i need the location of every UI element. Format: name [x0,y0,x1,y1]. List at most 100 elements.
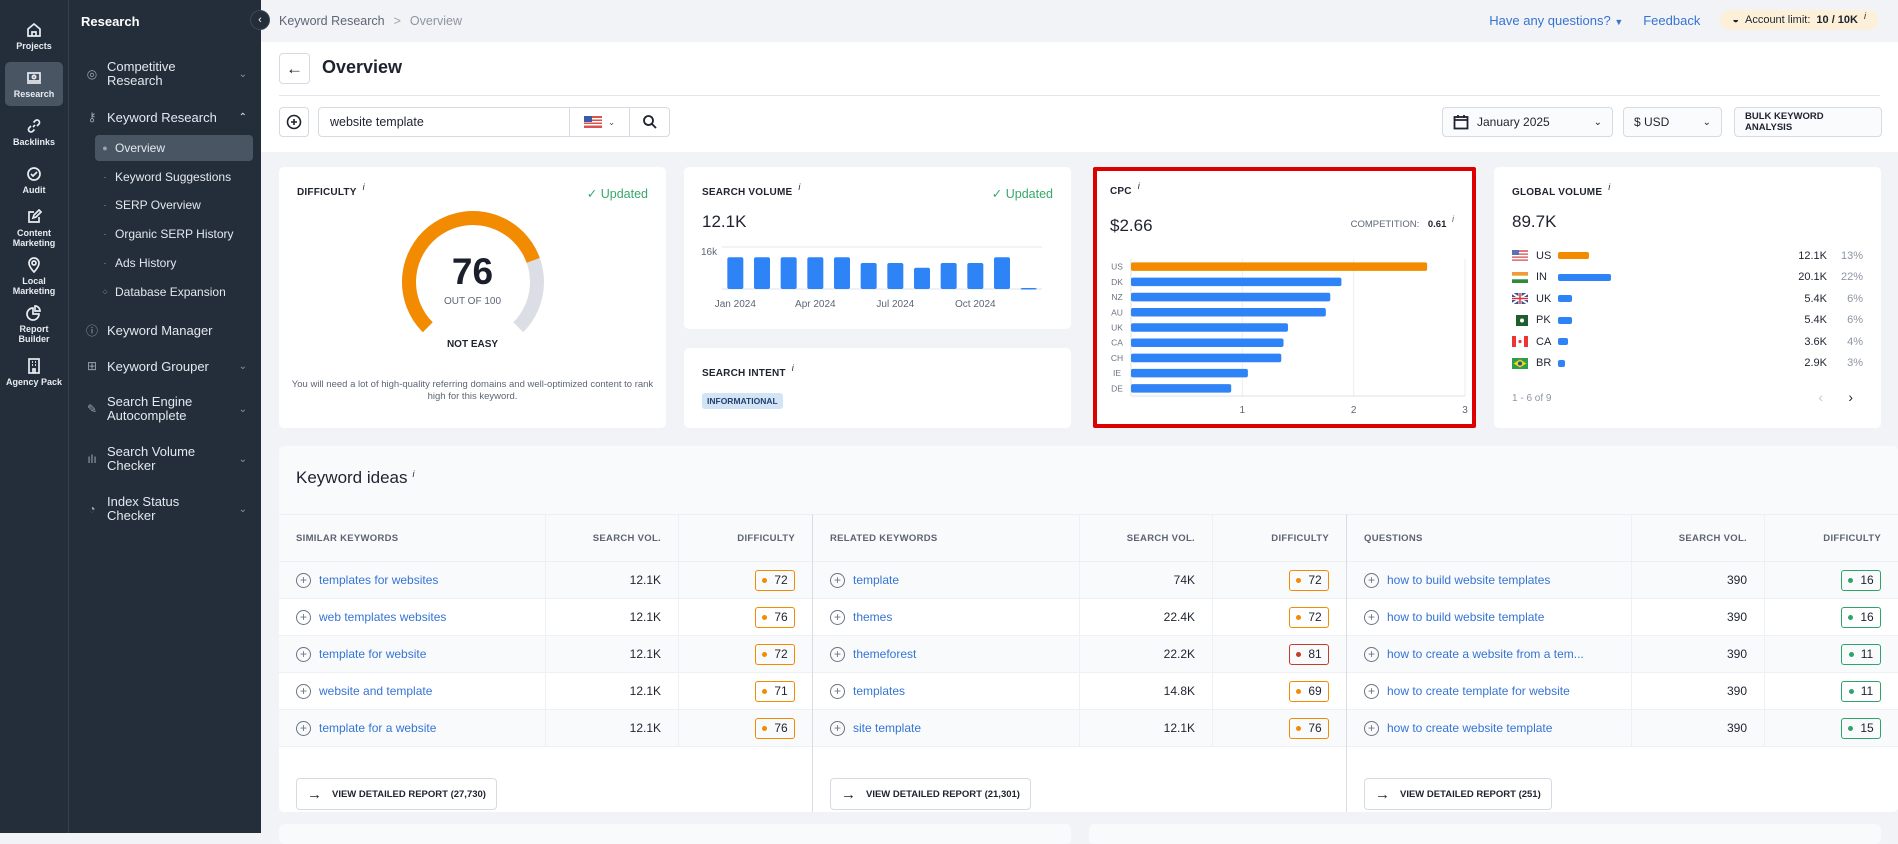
keyword-link[interactable]: how to build website template [1387,610,1544,624]
add-keyword-icon[interactable]: + [1364,720,1379,736]
keyword-link[interactable]: template for a website [319,721,436,735]
volume-bar[interactable] [994,257,1010,289]
column-header-search-vol[interactable]: SEARCH VOL. [1080,515,1213,561]
add-keyword-icon[interactable]: + [1364,683,1379,699]
add-keyword-icon[interactable]: + [1364,572,1379,588]
cpc-bar[interactable] [1131,277,1342,287]
sidebar-item-index-status-checker[interactable]: ◔ Index Status Checker ⌄ [69,493,261,525]
sidebar-subitem-database-expansion[interactable]: ⁘ Database Expansion [95,279,253,305]
column-header-difficulty[interactable]: DIFFICULTY [1765,515,1898,561]
bulk-keyword-analysis-button[interactable]: BULK KEYWORD ANALYSIS [1734,107,1882,137]
rail-content-marketing[interactable]: Content Marketing [5,206,63,250]
add-keyword-icon[interactable]: + [296,720,311,736]
volume-bar[interactable] [940,263,957,289]
keyword-link[interactable]: how to create a website from a tem... [1387,647,1584,661]
rail-audit[interactable]: Audit [5,158,63,202]
cpc-bar[interactable] [1131,338,1284,347]
info-icon[interactable]: i [363,182,365,192]
keyword-link[interactable]: how to create website template [1387,721,1552,735]
cpc-bar[interactable] [1131,292,1331,302]
view-detailed-report-button[interactable]: → VIEW DETAILED REPORT (251) [1364,778,1552,810]
add-keyword-icon[interactable]: + [1364,609,1379,625]
cpc-bar[interactable] [1131,368,1248,378]
info-icon[interactable]: i [798,182,800,192]
keyword-link[interactable]: templates for websites [319,573,438,587]
keyword-link[interactable]: site template [853,721,921,735]
info-icon[interactable]: i [1608,182,1610,192]
sidebar-subitem-serp-overview[interactable]: · SERP Overview [95,192,253,218]
cpc-bar[interactable] [1131,353,1282,363]
info-icon[interactable]: i [1864,11,1866,21]
cpc-bar[interactable] [1131,262,1428,271]
add-keyword-icon[interactable]: + [830,720,845,736]
currency-select[interactable]: $ USD ⌄ [1623,107,1722,137]
add-keyword-icon[interactable]: + [830,572,845,588]
sidebar-item-search-volume-checker[interactable]: ılı Search Volume Checker ⌄ [69,443,261,475]
sidebar-subitem-keyword-suggestions[interactable]: · Keyword Suggestions [95,164,253,190]
keyword-link[interactable]: how to create template for website [1387,684,1570,698]
volume-bar[interactable] [887,263,904,289]
sidebar-item-keyword-grouper[interactable]: ⊞ Keyword Grouper ⌄ [69,357,261,375]
sidebar-item-competitive-research[interactable]: ◎ Competitive Research ⌄ [69,58,261,90]
volume-bar[interactable] [727,257,744,289]
sidebar-subitem-ads-history[interactable]: · Ads History [95,250,253,276]
add-keyword-icon[interactable]: + [296,683,311,699]
sidebar-item-keyword-manager[interactable]: ⓘ Keyword Manager [69,321,261,339]
rail-backlinks[interactable]: Backlinks [5,110,63,154]
cpc-bar[interactable] [1131,308,1326,317]
info-icon[interactable]: i [792,363,794,373]
add-keyword-button[interactable] [279,107,309,137]
add-keyword-icon[interactable]: + [830,683,845,699]
feedback-link[interactable]: Feedback [1643,13,1700,28]
rail-report-builder[interactable]: Report Builder [5,302,63,346]
sidebar-subitem-organic-serp-history[interactable]: · Organic SERP History [95,221,253,247]
info-icon[interactable]: i [1452,214,1454,224]
cpc-bar[interactable] [1131,323,1288,332]
collapse-sidebar-button[interactable]: ‹ [250,10,270,30]
column-header-search-vol[interactable]: SEARCH VOL. [546,515,679,561]
keyword-link[interactable]: themeforest [853,647,916,661]
keyword-link[interactable]: website and template [319,684,432,698]
keyword-link[interactable]: web templates websites [319,610,446,624]
rail-local-marketing[interactable]: Local Marketing [5,254,63,298]
info-icon[interactable]: i [413,469,415,479]
view-detailed-report-button[interactable]: → VIEW DETAILED REPORT (27,730) [296,778,497,810]
volume-bar[interactable] [860,263,877,289]
column-header-search-vol[interactable]: SEARCH VOL. [1632,515,1765,561]
info-icon[interactable]: i [1138,181,1140,191]
rail-research[interactable]: Research [5,62,63,106]
rail-agency-pack[interactable]: Agency Pack [5,350,63,394]
volume-bar[interactable] [807,257,824,289]
volume-bar[interactable] [834,257,850,289]
keyword-search-input[interactable] [319,108,569,136]
add-keyword-icon[interactable]: + [296,646,311,662]
sidebar-subitem-overview[interactable]: ● Overview [95,135,253,161]
volume-bar[interactable] [1020,287,1037,290]
keyword-link[interactable]: themes [853,610,892,624]
add-keyword-icon[interactable]: + [1364,646,1379,662]
date-select[interactable]: January 2025 ⌄ [1442,107,1613,137]
back-button[interactable]: ← [279,53,310,84]
rail-projects[interactable]: Projects [5,14,63,58]
next-page-button[interactable]: › [1848,389,1853,405]
questions-dropdown[interactable]: Have any questions? ▼ [1489,13,1623,28]
column-header-difficulty[interactable]: DIFFICULTY [1213,515,1346,561]
cpc-bar[interactable] [1131,384,1232,393]
add-keyword-icon[interactable]: + [830,609,845,625]
keyword-link[interactable]: template [853,573,899,587]
add-keyword-icon[interactable]: + [296,609,311,625]
view-detailed-report-button[interactable]: → VIEW DETAILED REPORT (21,301) [830,778,1031,810]
volume-bar[interactable] [967,263,984,289]
add-keyword-icon[interactable]: + [830,646,845,662]
country-select[interactable]: ⌄ [569,108,629,136]
volume-bar[interactable] [914,267,930,289]
sidebar-item-search-engine-autocomplete[interactable]: ✎ Search Engine Autocomplete ⌄ [69,393,261,425]
keyword-link[interactable]: templates [853,684,905,698]
column-header-difficulty[interactable]: DIFFICULTY [679,515,812,561]
sidebar-item-keyword-research[interactable]: ⚷ Keyword Research ⌃ [69,108,261,126]
volume-bar[interactable] [780,257,797,289]
keyword-link[interactable]: how to build website templates [1387,573,1550,587]
search-button[interactable] [629,108,669,136]
volume-bar[interactable] [754,257,770,289]
breadcrumb-keyword-research[interactable]: Keyword Research [279,14,385,28]
